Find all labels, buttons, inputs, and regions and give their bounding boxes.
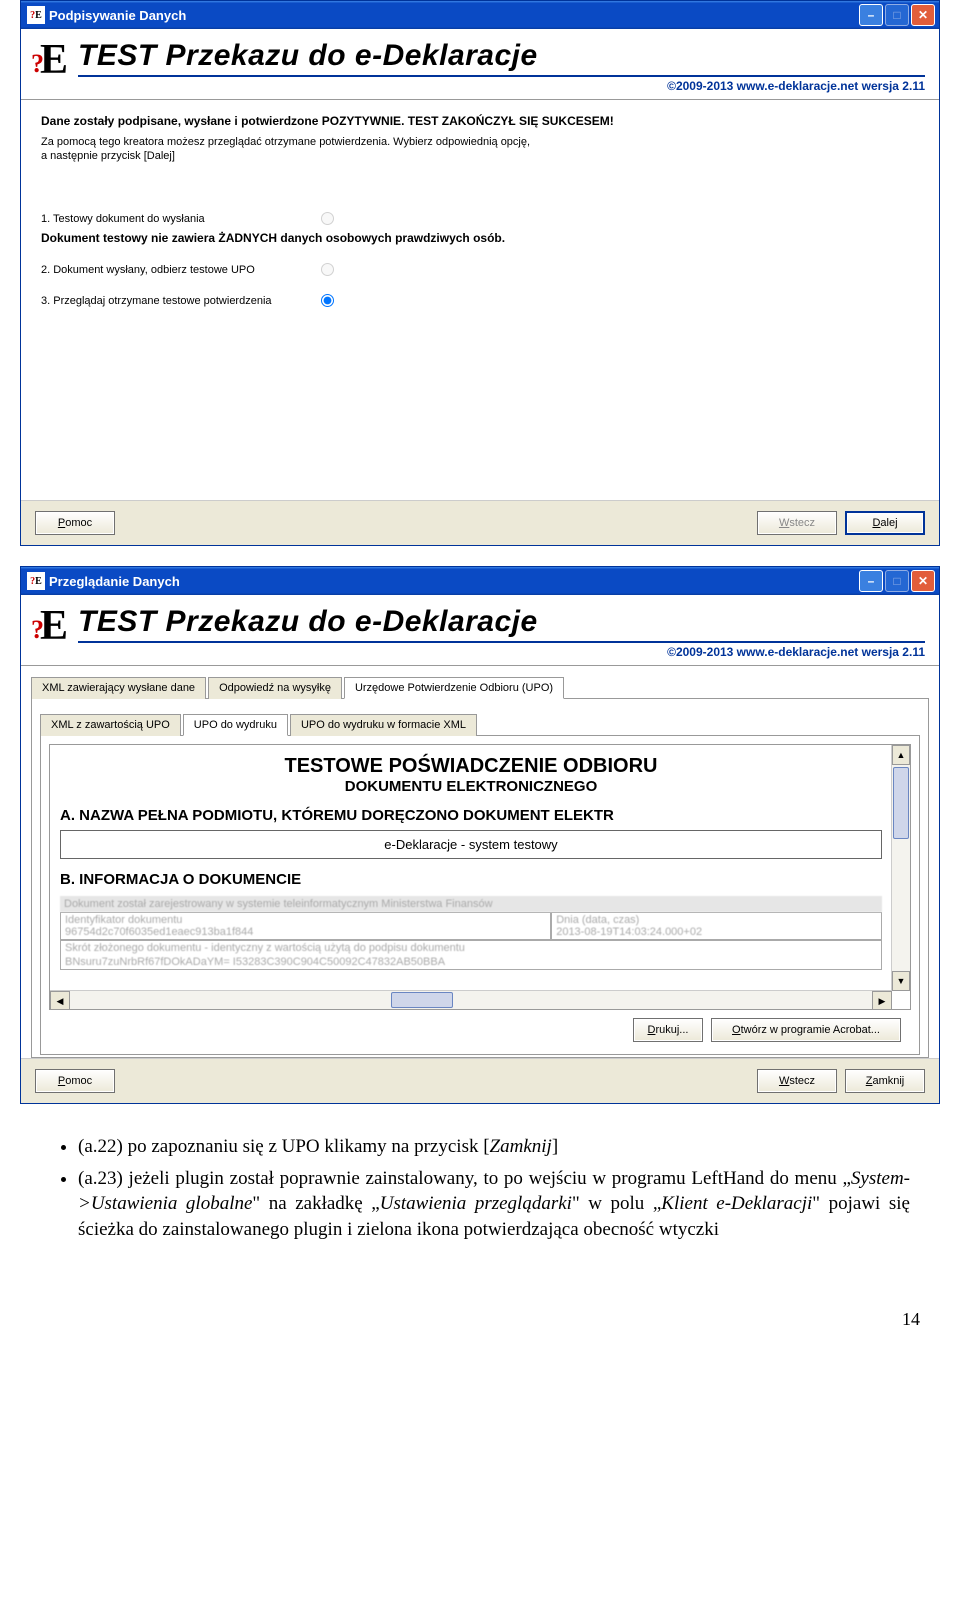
scroll-left-icon[interactable]: ◀ — [50, 991, 70, 1010]
titlebar[interactable]: ?E Przeglądanie Danych – □ ✕ — [21, 567, 939, 595]
vertical-scrollbar[interactable]: ▲ ▼ — [891, 745, 910, 991]
doc-id-label: Identyfikator dokumentu — [65, 914, 546, 926]
wizard-subtitle: ©2009-2013 www.e-deklaracje.net wersja 2… — [78, 641, 925, 659]
scroll-down-icon[interactable]: ▼ — [892, 971, 910, 991]
wizard-subtitle: ©2009-2013 www.e-deklaracje.net wersja 2… — [78, 75, 925, 93]
instruction-text: (a.22) po zapoznaniu się z UPO klikamy n… — [20, 1124, 940, 1269]
option-1-radio[interactable] — [321, 212, 334, 225]
scroll-thumb[interactable] — [391, 992, 453, 1008]
upo-subtitle: DOKUMENTU ELEKTRONICZNEGO — [60, 778, 882, 795]
scroll-right-icon[interactable]: ▶ — [872, 991, 892, 1010]
logo-icon: ?E — [31, 39, 68, 81]
print-button[interactable]: Drukuj... — [633, 1018, 703, 1042]
tab-xml-sent[interactable]: XML zawierający wysłane dane — [31, 677, 206, 699]
upo-title: TESTOWE POŚWIADCZENIE ODBIORU — [60, 755, 882, 778]
doc-hash-label: Skrót złożonego dokumentu - identyczny z… — [61, 941, 881, 955]
tab-upo-print[interactable]: UPO do wydruku — [183, 714, 288, 736]
option-3-radio[interactable] — [321, 294, 334, 307]
back-button[interactable]: Wstecz — [757, 1069, 837, 1093]
window-przegladanie: ?E Przeglądanie Danych – □ ✕ ?E TEST Prz… — [20, 566, 940, 1104]
tab-upo[interactable]: Urzędowe Potwierdzenie Odbioru (UPO) — [344, 677, 564, 699]
wizard-content: Dane zostały podpisane, wysłane i potwie… — [21, 100, 939, 500]
help-button[interactable]: Pomoc — [35, 1069, 115, 1093]
next-button[interactable]: Dalej — [845, 511, 925, 535]
close-button[interactable]: ✕ — [911, 4, 935, 26]
option-3-label: 3. Przeglądaj otrzymane testowe potwierd… — [41, 295, 321, 307]
tab-response[interactable]: Odpowiedź na wysyłkę — [208, 677, 342, 699]
window-title: Przeglądanie Danych — [49, 574, 859, 589]
button-bar: Pomoc Wstecz Dalej — [21, 500, 939, 545]
maximize-button: □ — [885, 570, 909, 592]
doc-date-value: 2013-08-19T14:03:24.000+02 — [556, 926, 877, 938]
doc-date-label: Dnia (data, czas) — [556, 914, 877, 926]
section-a-value: e-Deklaracje - system testowy — [60, 830, 882, 859]
close-wizard-button[interactable]: Zamknij — [845, 1069, 925, 1093]
minimize-button[interactable]: – — [859, 4, 883, 26]
option-1-label: 1. Testowy dokument do wysłania — [41, 213, 321, 225]
wizard-header: ?E TEST Przekazu do e-Deklaracje ©2009-2… — [21, 29, 939, 100]
back-button: Wstecz — [757, 511, 837, 535]
app-icon: ?E — [27, 6, 45, 24]
minimize-button[interactable]: – — [859, 570, 883, 592]
page-number: 14 — [0, 1309, 960, 1350]
window-podpisywanie: ?E Podpisywanie Danych – □ ✕ ?E TEST Prz… — [20, 0, 940, 546]
tab-upo-xml[interactable]: XML z zawartością UPO — [40, 714, 181, 736]
wizard-title: TEST Przekazu do e-Deklaracje — [78, 39, 925, 73]
tab-upo-print-xml[interactable]: UPO do wydruku w formacie XML — [290, 714, 477, 736]
info-line-2: a następnie przycisk [Dalej] — [41, 150, 919, 162]
app-icon: ?E — [27, 572, 45, 590]
logo-icon: ?E — [31, 605, 68, 647]
section-a-header: A. NAZWA PEŁNA PODMIOTU, KTÓREMU DORĘCZO… — [60, 803, 882, 828]
wizard-header: ?E TEST Przekazu do e-Deklaracje ©2009-2… — [21, 595, 939, 666]
wizard-title: TEST Przekazu do e-Deklaracje — [78, 605, 925, 639]
section-b-note: Dokument został zarejestrowany w systemi… — [60, 896, 882, 912]
titlebar[interactable]: ?E Podpisywanie Danych – □ ✕ — [21, 1, 939, 29]
window-title: Podpisywanie Danych — [49, 8, 859, 23]
option-2-radio[interactable] — [321, 263, 334, 276]
info-line-1: Za pomocą tego kreatora możesz przegląda… — [41, 136, 919, 148]
close-button[interactable]: ✕ — [911, 570, 935, 592]
section-b-header: B. INFORMACJA O DOKUMENCIE — [60, 867, 882, 892]
document-viewer: TESTOWE POŚWIADCZENIE ODBIORU DOKUMENTU … — [49, 744, 911, 1010]
success-message: Dane zostały podpisane, wysłane i potwie… — [41, 114, 919, 128]
bullet-a22: (a.22) po zapoznaniu się z UPO klikamy n… — [78, 1134, 910, 1160]
help-button[interactable]: Pomoc — [35, 511, 115, 535]
button-bar: Pomoc Wstecz Zamknij — [21, 1058, 939, 1103]
open-acrobat-button[interactable]: Otwórz w programie Acrobat... — [711, 1018, 901, 1042]
scroll-up-icon[interactable]: ▲ — [892, 745, 910, 765]
maximize-button: □ — [885, 4, 909, 26]
option-1-note: Dokument testowy nie zawiera ŻADNYCH dan… — [41, 231, 919, 245]
doc-hash-value: BNsuru7zuNrbRf67fDOkADaYM= I53283C390C90… — [61, 955, 881, 969]
scroll-thumb[interactable] — [893, 767, 909, 839]
bullet-a23: (a.23) jeżeli plugin został poprawnie za… — [78, 1166, 910, 1243]
horizontal-scrollbar[interactable]: ◀ ▶ — [50, 990, 892, 1009]
doc-id-value: 96754d2c70f6035ed1eaec913ba1f844 — [65, 926, 546, 938]
option-2-label: 2. Dokument wysłany, odbierz testowe UPO — [41, 264, 321, 276]
tab-area: XML zawierający wysłane dane Odpowiedź n… — [21, 666, 939, 1058]
